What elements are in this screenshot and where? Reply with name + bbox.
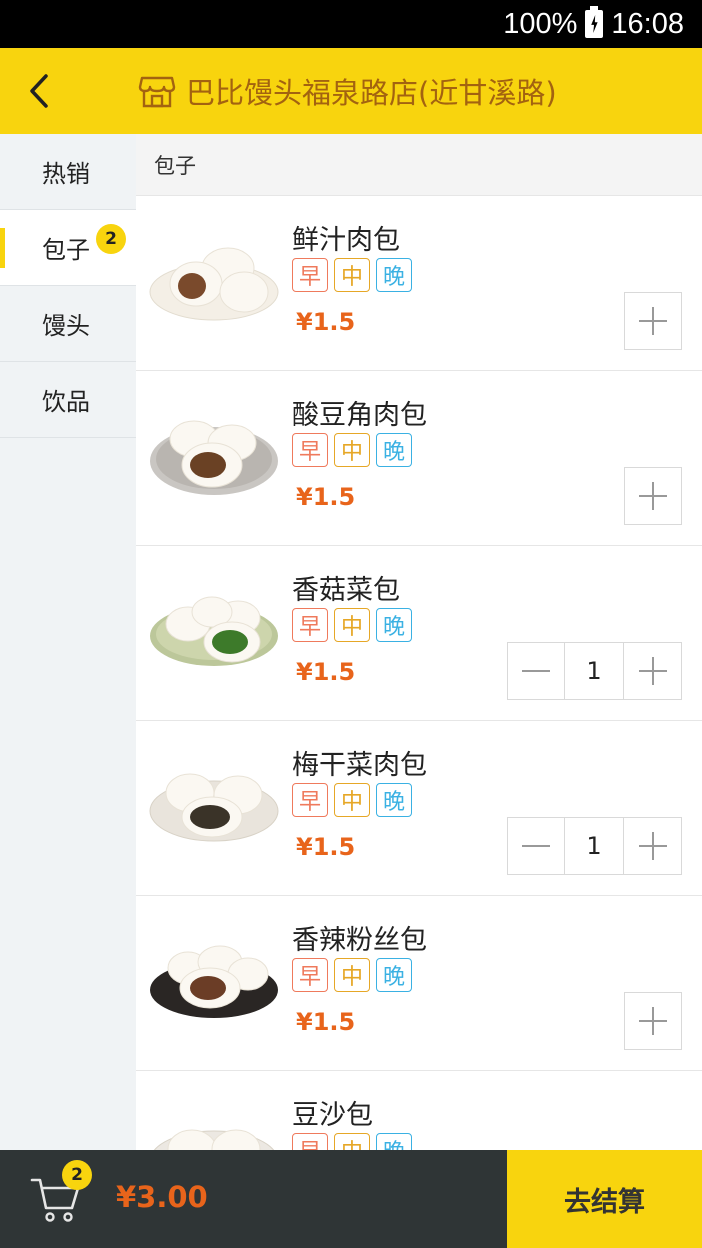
decrement-button[interactable] — [507, 817, 565, 875]
battery-percent: 100% — [503, 7, 578, 40]
plus-icon — [639, 307, 667, 335]
product-image — [150, 945, 278, 1018]
tag-lunch: 中 — [334, 958, 370, 992]
list-item[interactable]: 香辣粉丝包 早 中 晚 ¥1.5 — [136, 896, 702, 1071]
increment-button[interactable] — [624, 642, 682, 700]
list-item[interactable]: 梅干菜肉包 早 中 晚 ¥1.5 1 — [136, 721, 702, 896]
add-button[interactable] — [624, 467, 682, 525]
quantity-stepper — [624, 467, 682, 525]
plus-icon — [638, 832, 667, 860]
product-name: 豆沙包 — [292, 1100, 373, 1131]
count-badge: 2 — [96, 224, 126, 254]
increment-button[interactable] — [624, 817, 682, 875]
sidebar-item-label: 饮品 — [42, 388, 90, 416]
list-item[interactable]: 豆沙包 早 中 晚 — [136, 1071, 702, 1150]
sidebar-item-label: 热销 — [42, 160, 90, 188]
add-button[interactable] — [624, 992, 682, 1050]
cart-bar: 2 ¥3.00 去结算 — [0, 1150, 702, 1248]
product-price: ¥1.5 — [296, 308, 356, 336]
tag-breakfast: 早 — [292, 433, 328, 467]
tag-dinner: 晚 — [376, 433, 412, 467]
tag-lunch: 中 — [334, 433, 370, 467]
quantity-stepper — [624, 992, 682, 1050]
product-name: 梅干菜肉包 — [292, 750, 427, 781]
sidebar-item-label: 包子 — [42, 236, 90, 264]
sidebar-item-hot[interactable]: 热销 — [0, 134, 136, 210]
quantity-stepper — [624, 292, 682, 350]
product-list: 包子 鲜汁肉包 早 中 晚 ¥1.5 酸豆角肉包 早 中 晚 ¥1.5 香菇菜包… — [136, 134, 702, 1150]
product-image — [149, 247, 279, 321]
tag-dinner: 晚 — [376, 958, 412, 992]
battery-icon — [585, 6, 604, 38]
product-name: 酸豆角肉包 — [292, 400, 427, 431]
tag-breakfast: 早 — [292, 958, 328, 992]
list-item[interactable]: 鲜汁肉包 早 中 晚 ¥1.5 — [136, 196, 702, 371]
status-bar: 100% 16:08 — [0, 0, 702, 48]
quantity-stepper: 1 — [507, 642, 682, 700]
product-price: ¥1.5 — [296, 658, 356, 686]
tag-dinner: 晚 — [376, 783, 412, 817]
cart-total: ¥3.00 — [116, 1180, 208, 1214]
store-title: 巴比馒头福泉路店(近甘溪路) — [138, 70, 557, 112]
tag-dinner: 晚 — [376, 258, 412, 292]
tag-lunch: 中 — [334, 783, 370, 817]
product-image — [150, 596, 278, 666]
tag-dinner: 晚 — [376, 608, 412, 642]
decrement-button[interactable] — [507, 642, 565, 700]
add-button[interactable] — [624, 292, 682, 350]
product-name: 香辣粉丝包 — [292, 925, 427, 956]
list-item[interactable]: 酸豆角肉包 早 中 晚 ¥1.5 — [136, 371, 702, 546]
tag-breakfast: 早 — [292, 783, 328, 817]
product-image — [150, 420, 278, 495]
product-image — [149, 773, 279, 842]
minus-icon — [522, 670, 550, 672]
plus-icon — [639, 482, 667, 510]
minus-icon — [522, 845, 550, 847]
sidebar-item-drinks[interactable]: 饮品 — [0, 362, 136, 438]
plus-icon — [638, 657, 667, 685]
product-name: 鲜汁肉包 — [292, 225, 400, 256]
sidebar-item-mantou[interactable]: 馒头 — [0, 286, 136, 362]
tag-breakfast: 早 — [292, 608, 328, 642]
tag-breakfast: 早 — [292, 258, 328, 292]
sidebar-item-buns[interactable]: 包子 2 — [0, 210, 136, 286]
store-icon — [138, 76, 176, 108]
tag-lunch: 中 — [334, 258, 370, 292]
quantity-stepper: 1 — [507, 817, 682, 875]
header: 巴比馒头福泉路店(近甘溪路) — [0, 48, 702, 134]
meal-tags: 早 中 晚 — [292, 608, 412, 642]
quantity-value: 1 — [565, 817, 624, 875]
chevron-left-icon[interactable] — [22, 72, 58, 110]
clock: 16:08 — [611, 7, 684, 40]
category-sidebar: 热销 包子 2 馒头 饮品 — [0, 134, 136, 1150]
list-item[interactable]: 香菇菜包 早 中 晚 ¥1.5 1 — [136, 546, 702, 721]
meal-tags: 早 中 晚 — [292, 433, 412, 467]
product-image — [153, 1129, 275, 1150]
sidebar-item-label: 馒头 — [42, 312, 90, 340]
product-price: ¥1.5 — [296, 483, 356, 511]
checkout-button[interactable]: 去结算 — [507, 1150, 702, 1248]
plus-icon — [639, 1007, 667, 1035]
tag-lunch: 中 — [334, 608, 370, 642]
product-price: ¥1.5 — [296, 1008, 356, 1036]
meal-tags: 早 中 晚 — [292, 1133, 412, 1150]
tag-dinner: 晚 — [376, 1133, 412, 1150]
tag-breakfast: 早 — [292, 1133, 328, 1150]
tag-lunch: 中 — [334, 1133, 370, 1150]
meal-tags: 早 中 晚 — [292, 783, 412, 817]
quantity-value: 1 — [565, 642, 624, 700]
category-header: 包子 — [136, 134, 702, 196]
product-name: 香菇菜包 — [292, 575, 400, 606]
page-title: 巴比馒头福泉路店(近甘溪路) — [186, 76, 557, 110]
cart-count-badge: 2 — [62, 1160, 92, 1190]
product-price: ¥1.5 — [296, 833, 356, 861]
meal-tags: 早 中 晚 — [292, 958, 412, 992]
meal-tags: 早 中 晚 — [292, 258, 412, 292]
